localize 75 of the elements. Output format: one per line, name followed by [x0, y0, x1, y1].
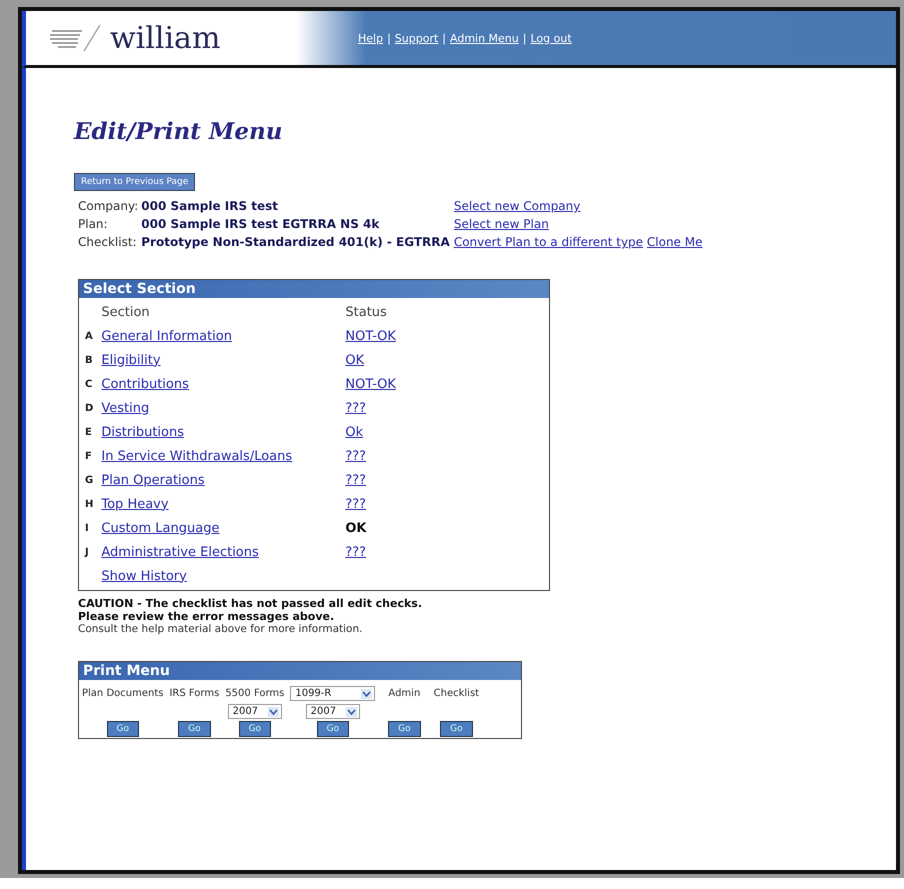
caution-text: CAUTION - The checklist has not passed all edit checks. [78, 597, 424, 610]
header-link[interactable]: Log out [530, 32, 572, 44]
go-button[interactable]: Go [238, 721, 272, 737]
return-button[interactable]: Return to Previous Page [74, 173, 196, 191]
info-value: 000 Sample IRS test EGTRRA NS 4k [141, 217, 380, 231]
section-link[interactable]: Top Heavy [101, 496, 169, 512]
status-link[interactable]: NOT-OK [345, 376, 396, 392]
history-link[interactable]: Show History [101, 568, 187, 584]
dropdown-arrow-icon [361, 688, 372, 698]
info-link[interactable]: Select new Plan [454, 217, 549, 231]
section-link[interactable]: Administrative Elections [101, 544, 259, 560]
dropdown-arrow-icon [346, 706, 358, 716]
section-link[interactable]: Eligibility [101, 352, 161, 368]
column-header: Section [101, 304, 150, 320]
separator: | [442, 32, 446, 44]
column-label: Plan Documents [82, 688, 164, 699]
column-label: Checklist [434, 688, 480, 699]
info-link[interactable]: Clone Me [646, 235, 702, 249]
column-label: Admin [388, 688, 420, 699]
section-link[interactable]: Vesting [101, 400, 150, 416]
status-link[interactable]: ??? [345, 544, 366, 560]
section-letter: C [85, 378, 92, 390]
go-button[interactable]: Go [388, 721, 421, 737]
section-letter: J [85, 546, 89, 558]
status-link[interactable]: ??? [345, 472, 366, 488]
section-link[interactable]: Custom Language [101, 520, 220, 536]
form-dropdown[interactable]: 1099-R [290, 686, 376, 701]
section-link[interactable]: Distributions [101, 424, 184, 440]
section-letter: H [85, 498, 94, 510]
header-link[interactable]: Help [358, 32, 384, 44]
section-letter: D [85, 402, 94, 414]
logo-text: william [110, 20, 220, 56]
page-title: Edit/Print Menu [74, 118, 284, 145]
section-letter: I [85, 522, 89, 534]
separator: | [387, 32, 391, 44]
dropdown-arrow-icon [268, 706, 280, 716]
year-dropdown[interactable]: 2007 [306, 704, 360, 719]
info-link[interactable]: Select new Company [454, 199, 580, 213]
column-header: Status [345, 304, 387, 320]
info-label: Company: [78, 199, 138, 213]
info-value: 000 Sample IRS test [141, 199, 278, 213]
status-link[interactable]: ??? [345, 448, 366, 464]
status-link[interactable]: ??? [345, 496, 366, 512]
info-label: Plan: [78, 217, 108, 231]
status-link[interactable]: Ok [345, 424, 364, 440]
section-letter: E [85, 426, 92, 438]
section-letter: B [85, 354, 93, 366]
header-link[interactable]: Admin Menu [450, 32, 519, 44]
caution-text: Please review the error messages above. [78, 610, 336, 623]
status-link[interactable]: OK [345, 352, 364, 368]
section-link[interactable]: In Service Withdrawals/Loans [101, 448, 292, 464]
section-letter: A [85, 330, 93, 342]
panel-title: Select Section [79, 280, 549, 298]
status-link[interactable]: NOT-OK [345, 328, 396, 344]
separator: | [522, 32, 526, 44]
section-letter: G [85, 474, 94, 486]
section-link[interactable]: General Information [101, 328, 232, 344]
column-label: IRS Forms [169, 688, 220, 699]
year-dropdown[interactable]: 2007 [228, 704, 282, 719]
section-letter: F [85, 450, 92, 462]
go-button[interactable]: Go [106, 721, 139, 737]
go-button[interactable]: Go [316, 721, 350, 737]
header-link[interactable]: Support [394, 32, 438, 44]
status-text: OK [345, 520, 366, 536]
status-link[interactable]: ??? [345, 400, 366, 416]
section-link[interactable]: Plan Operations [101, 472, 205, 488]
consult-text: Consult the help material above for more information. [78, 623, 364, 635]
go-button[interactable]: Go [178, 721, 211, 737]
go-button[interactable]: Go [440, 721, 473, 737]
info-link[interactable]: Convert Plan to a different type [454, 235, 644, 249]
column-label: 5500 Forms [225, 688, 284, 699]
section-link[interactable]: Contributions [101, 376, 189, 392]
info-label: Checklist: [78, 235, 137, 249]
info-value: Prototype Non-Standardized 401(k) - EGTRRA [141, 235, 450, 249]
panel-title: Print Menu [79, 662, 521, 680]
